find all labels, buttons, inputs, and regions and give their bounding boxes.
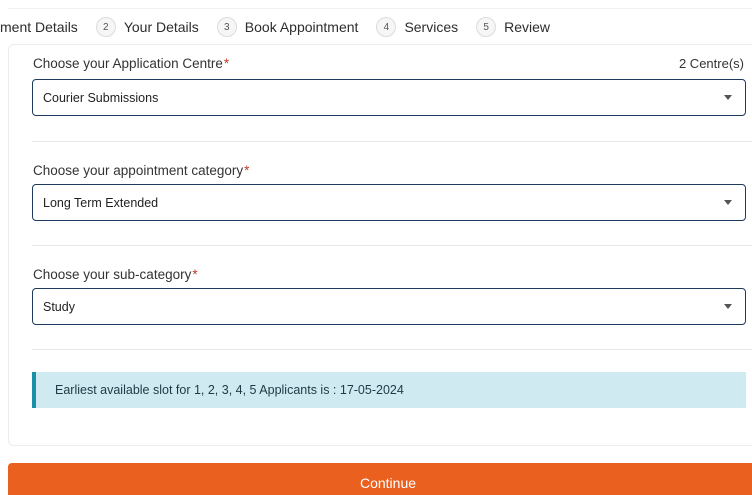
continue-button[interactable]: Continue xyxy=(8,463,752,495)
step-label: Review xyxy=(504,19,551,35)
section-divider xyxy=(32,245,752,246)
subcategory-label: Choose your sub-category* xyxy=(33,267,198,282)
centre-label: Choose your Application Centre* xyxy=(33,56,229,71)
progress-stepper: ment Details 2 Your Details 3 Book Appoi… xyxy=(0,0,752,46)
step-label: Services xyxy=(404,19,459,35)
card-top-divider xyxy=(8,8,752,9)
section-divider xyxy=(32,349,752,350)
required-marker: * xyxy=(244,163,250,178)
page: ment Details 2 Your Details 3 Book Appoi… xyxy=(0,0,752,495)
category-label: Choose your appointment category* xyxy=(33,163,249,178)
centre-select[interactable]: Courier Submissions xyxy=(32,79,746,116)
step-label: ment Details xyxy=(0,19,78,35)
section-divider xyxy=(32,141,752,142)
step-review[interactable]: 5 Review xyxy=(476,17,550,37)
step-number-badge: 5 xyxy=(476,17,497,37)
step-appointment-details[interactable]: ment Details xyxy=(0,19,78,35)
centre-label-text: Choose your Application Centre xyxy=(33,56,223,71)
earliest-slot-text: Earliest available slot for 1, 2, 3, 4, … xyxy=(55,383,404,397)
earliest-slot-alert: Earliest available slot for 1, 2, 3, 4, … xyxy=(32,372,746,408)
category-label-text: Choose your appointment category xyxy=(33,163,244,178)
subcategory-select-value: Study xyxy=(43,299,75,314)
step-label: Book Appointment xyxy=(244,19,359,35)
step-book-appointment[interactable]: 3 Book Appointment xyxy=(216,17,359,37)
step-label: Your Details xyxy=(123,19,199,35)
step-number-badge: 2 xyxy=(95,17,116,37)
chevron-down-icon xyxy=(724,200,732,205)
subcategory-select[interactable]: Study xyxy=(32,288,746,325)
required-marker: * xyxy=(192,267,198,282)
required-marker: * xyxy=(223,56,230,71)
chevron-down-icon xyxy=(724,304,732,309)
centre-select-value: Courier Submissions xyxy=(43,90,159,105)
category-select-value: Long Term Extended xyxy=(43,195,159,210)
step-your-details[interactable]: 2 Your Details xyxy=(95,17,199,37)
step-number-badge: 3 xyxy=(216,17,237,37)
centre-count: 2 Centre(s) xyxy=(678,56,744,71)
subcategory-label-text: Choose your sub-category xyxy=(33,267,192,282)
step-number-badge: 4 xyxy=(376,17,397,37)
category-select[interactable]: Long Term Extended xyxy=(32,184,746,221)
chevron-down-icon xyxy=(724,95,732,100)
step-services[interactable]: 4 Services xyxy=(376,17,458,37)
